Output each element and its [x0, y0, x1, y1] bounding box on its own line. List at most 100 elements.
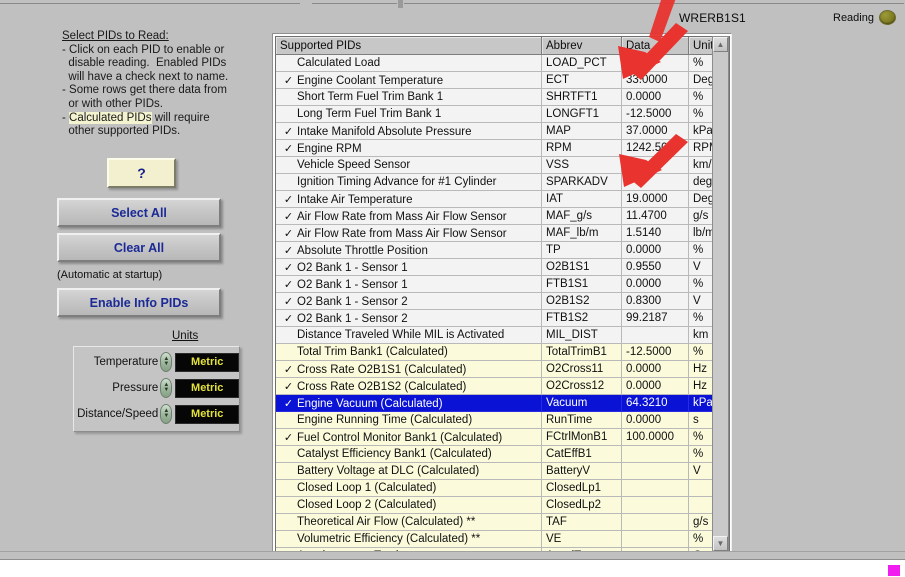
- table-row[interactable]: ✓ Engine Vacuum (Calculated) Vacuum 64.3210…: [276, 394, 729, 412]
- cell-pid-name[interactable]: Total Trim Bank1 (Calculated): [276, 343, 542, 361]
- table-row[interactable]: Ignition Timing Advance for #1 Cylinder S…: [276, 173, 729, 191]
- cell-pid-name[interactable]: ✓ O2 Bank 1 - Sensor 1: [276, 275, 542, 293]
- cell-data: 0.8300: [621, 292, 689, 310]
- instruction-line: other supported PIDs.: [62, 125, 181, 138]
- table-row[interactable]: Theoretical Air Flow (Calculated) ** TAF g…: [276, 513, 729, 531]
- cell-pid-name[interactable]: ✓ Cross Rate O2B1S2 (Calculated): [276, 377, 542, 395]
- table-row[interactable]: ✓ Intake Manifold Absolute Pressure MAP 37.…: [276, 122, 729, 140]
- cell-abbrev: O2Cross12: [541, 377, 622, 395]
- cell-abbrev: FTB1S1: [541, 275, 622, 293]
- column-header-abbrev[interactable]: Abbrev: [541, 37, 622, 55]
- table-row[interactable]: ✓ O2 Bank 1 - Sensor 2 FTB1S2 99.2187%: [276, 309, 729, 327]
- pid-table-scrollbar[interactable]: ▲ ▼: [712, 36, 729, 552]
- cell-pid-name[interactable]: Engine Running Time (Calculated): [276, 411, 542, 429]
- cell-pid-name[interactable]: ✓ Cross Rate O2B1S1 (Calculated): [276, 360, 542, 378]
- cell-pid-name[interactable]: ✓ Engine Vacuum (Calculated): [276, 394, 542, 412]
- cell-pid-name[interactable]: ✓ Air Flow Rate from Mass Air Flow Sensor: [276, 207, 542, 225]
- table-row[interactable]: Short Term Fuel Trim Bank 1 SHRTFT1 0.0000…: [276, 88, 729, 106]
- spinner-up-down-icon[interactable]: ▲ ▼: [160, 352, 173, 372]
- table-row[interactable]: Closed Loop 1 (Calculated) ClosedLp1: [276, 479, 729, 497]
- table-row[interactable]: ✓ Engine RPM RPM 1242.5000 RPM: [276, 139, 729, 157]
- table-row[interactable]: Long Term Fuel Trim Bank 1 LONGFT1 -12.500…: [276, 105, 729, 123]
- column-header-data[interactable]: Data: [621, 37, 689, 55]
- cell-abbrev: Vacuum: [541, 394, 622, 412]
- cell-abbrev: IAT: [541, 190, 622, 208]
- cell-pid-name[interactable]: Ignition Timing Advance for #1 Cylinder: [276, 173, 542, 191]
- cell-data: -12.5000: [621, 105, 689, 123]
- cell-data: 0.9550: [621, 258, 689, 276]
- table-row[interactable]: Total Trim Bank1 (Calculated) TotalTrimB1…: [276, 343, 729, 361]
- cell-pid-name[interactable]: Closed Loop 2 (Calculated): [276, 496, 542, 514]
- application-window: WRERB1S1 Reading Select PIDs to Read: - …: [0, 0, 905, 558]
- cell-pid-name[interactable]: Vehicle Speed Sensor: [276, 156, 542, 174]
- table-row[interactable]: ✓ Air Flow Rate from Mass Air Flow Sensor…: [276, 224, 729, 242]
- table-row[interactable]: Volumetric Efficiency (Calculated) ** VE%: [276, 530, 729, 548]
- cell-abbrev: O2B1S2: [541, 292, 622, 310]
- table-row[interactable]: ✓ Engine Coolant Temperature ECT 33.0000 Deg…: [276, 71, 729, 89]
- scroll-down-arrow-icon[interactable]: ▼: [713, 536, 728, 551]
- cell-pid-name[interactable]: ✓ Intake Air Temperature: [276, 190, 542, 208]
- column-header-supported-pids[interactable]: Supported PIDs: [276, 37, 542, 55]
- table-row[interactable]: ✓ Air Flow Rate from Mass Air Flow Sensor…: [276, 207, 729, 225]
- cell-pid-name[interactable]: ✓ Engine RPM: [276, 139, 542, 157]
- table-row[interactable]: ✓ O2 Bank 1 - Sensor 1 FTB1S1 0.0000%: [276, 275, 729, 293]
- cell-abbrev: ECT: [541, 71, 622, 89]
- cell-pid-name[interactable]: Long Term Fuel Trim Bank 1: [276, 105, 542, 123]
- cell-pid-name[interactable]: Catalyst Efficiency Bank1 (Calculated): [276, 445, 542, 463]
- table-row[interactable]: Catalyst Efficiency Bank1 (Calculated) Ca…: [276, 445, 729, 463]
- cell-pid-name[interactable]: ✓ Intake Manifold Absolute Pressure: [276, 122, 542, 140]
- cell-pid-name[interactable]: Distance Traveled While MIL is Activated: [276, 326, 542, 344]
- cell-pid-name[interactable]: Volumetric Efficiency (Calculated) **: [276, 530, 542, 548]
- select-all-button[interactable]: Select All: [57, 198, 221, 227]
- instruction-line: - Click on each PID to enable or: [62, 43, 225, 56]
- cell-pid-name[interactable]: Calculated Load: [276, 54, 542, 72]
- unit-value-distance-speed[interactable]: Metric: [175, 404, 240, 424]
- check-icon: ✓: [283, 278, 294, 291]
- pid-table-body: Calculated Load LOAD_PCT% ✓ Engine Coolant …: [276, 54, 729, 551]
- table-row[interactable]: ✓ Cross Rate O2B1S2 (Calculated) O2Cross12…: [276, 377, 729, 395]
- table-row[interactable]: ✓ Absolute Throttle Position TP 0.0000%: [276, 241, 729, 259]
- table-row[interactable]: Battery Voltage at DLC (Calculated) Batte…: [276, 462, 729, 480]
- cell-abbrev: CatEffB1: [541, 445, 622, 463]
- cell-pid-name[interactable]: ✓ Fuel Control Monitor Bank1 (Calculated): [276, 428, 542, 446]
- table-row[interactable]: Vehicle Speed Sensor VSS km/h: [276, 156, 729, 174]
- cell-pid-name[interactable]: ✓ O2 Bank 1 - Sensor 2: [276, 292, 542, 310]
- table-row[interactable]: Distance Traveled While MIL is Activated…: [276, 326, 729, 344]
- scroll-up-arrow-icon[interactable]: ▲: [713, 37, 728, 52]
- cell-pid-name[interactable]: Battery Voltage at DLC (Calculated): [276, 462, 542, 480]
- table-row[interactable]: ✓ Fuel Control Monitor Bank1 (Calculated)…: [276, 428, 729, 446]
- help-button[interactable]: ?: [107, 158, 176, 188]
- cell-abbrev: MAF_g/s: [541, 207, 622, 225]
- cell-pid-name[interactable]: ✓ Engine Coolant Temperature: [276, 71, 542, 89]
- table-row[interactable]: ✓ Intake Air Temperature IAT 19.0000 Deg C: [276, 190, 729, 208]
- cell-pid-name[interactable]: ✓ O2 Bank 1 - Sensor 2: [276, 309, 542, 327]
- instruction-line: will have a check next to name.: [62, 70, 229, 83]
- table-row[interactable]: ✓ Cross Rate O2B1S1 (Calculated) O2Cross11…: [276, 360, 729, 378]
- enable-info-pids-button[interactable]: Enable Info PIDs: [57, 288, 221, 317]
- cell-pid-name[interactable]: ✓ O2 Bank 1 - Sensor 1: [276, 258, 542, 276]
- cell-abbrev: TotalTrimB1: [541, 343, 622, 361]
- cell-pid-name[interactable]: Closed Loop 1 (Calculated): [276, 479, 542, 497]
- cell-pid-name[interactable]: Theoretical Air Flow (Calculated) **: [276, 513, 542, 531]
- spinner-up-down-icon[interactable]: ▲ ▼: [160, 378, 173, 398]
- pid-name-label: Intake Manifold Absolute Pressure: [297, 125, 472, 138]
- table-row[interactable]: ✓ O2 Bank 1 - Sensor 1 O2B1S1 0.9550 V: [276, 258, 729, 276]
- pid-name-label: Intake Air Temperature: [297, 193, 413, 206]
- unit-value-temperature[interactable]: Metric: [175, 352, 240, 372]
- pid-name-label: Calculated Load: [297, 57, 381, 69]
- table-row[interactable]: Calculated Load LOAD_PCT%: [276, 54, 729, 72]
- clear-all-button[interactable]: Clear All: [57, 233, 221, 262]
- pid-name-label: Catalyst Efficiency Bank1 (Calculated): [297, 448, 492, 460]
- unit-value-pressure[interactable]: Metric: [175, 378, 240, 398]
- reading-led-indicator[interactable]: [878, 10, 896, 25]
- table-row[interactable]: ✓ O2 Bank 1 - Sensor 2 O2B1S2 0.8300 V: [276, 292, 729, 310]
- pid-name-label: O2 Bank 1 - Sensor 1: [297, 278, 408, 291]
- instructions-block: Select PIDs to Read: - Click on each PID…: [62, 30, 262, 139]
- spinner-up-down-icon[interactable]: ▲ ▼: [160, 404, 173, 424]
- cell-pid-name[interactable]: ✓ Absolute Throttle Position: [276, 241, 542, 259]
- cell-pid-name[interactable]: Short Term Fuel Trim Bank 1: [276, 88, 542, 106]
- table-row[interactable]: Engine Running Time (Calculated) RunTime 0…: [276, 411, 729, 429]
- cell-pid-name[interactable]: ✓ Air Flow Rate from Mass Air Flow Sensor: [276, 224, 542, 242]
- cell-data: 0.0000: [621, 377, 689, 395]
- table-row[interactable]: Closed Loop 2 (Calculated) ClosedLp2: [276, 496, 729, 514]
